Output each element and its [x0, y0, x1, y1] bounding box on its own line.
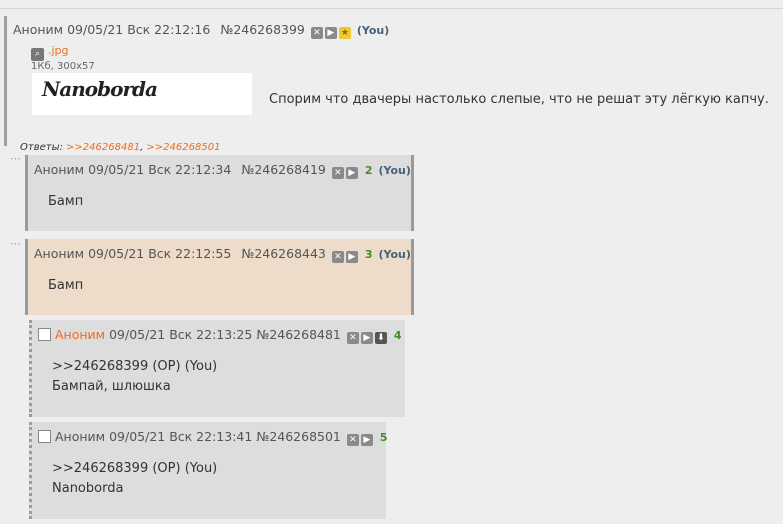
- post-count: 2: [364, 164, 373, 177]
- post-header: Аноним 09/05/21 Вск 22:13:25 №246268481 …: [38, 327, 402, 344]
- post-header: Аноним 09/05/21 Вск 22:12:34 №246268419 …: [34, 162, 411, 179]
- post-number[interactable]: №246268443: [241, 246, 326, 261]
- post-count: 4: [393, 329, 402, 342]
- you-badge: (You): [378, 248, 411, 261]
- post-text: Nanoborda: [52, 481, 124, 496]
- post-number[interactable]: №246268399: [220, 22, 305, 37]
- replies-line: Ответы: >>246268481, >>246268501: [20, 142, 221, 153]
- play-icon[interactable]: ▶: [324, 27, 337, 39]
- star-icon[interactable]: ★: [338, 27, 351, 39]
- thread-dots: ⋯: [10, 152, 22, 165]
- post-date: 09/05/21 Вск 22:13:41: [109, 429, 253, 444]
- post-text: Бамп: [48, 278, 84, 293]
- you-badge: (You): [356, 24, 390, 37]
- hide-icon[interactable]: ✕: [310, 27, 323, 39]
- captcha-thumbnail[interactable]: Nanoborda: [32, 73, 252, 115]
- post-count: 3: [364, 248, 373, 261]
- file-ext[interactable]: .jpg: [48, 44, 69, 57]
- reply-link[interactable]: >>246268481: [66, 142, 140, 153]
- reply-post: Аноним 09/05/21 Вск 22:13:25 №246268481 …: [29, 320, 405, 417]
- file-meta: 1Кб, 300x57: [31, 61, 95, 72]
- post-number[interactable]: №246268419: [241, 162, 326, 177]
- post-number[interactable]: №246268501: [256, 429, 341, 444]
- captcha-image-text: Nanoborda: [42, 77, 158, 101]
- post-date: 09/05/21 Вск 22:12:55: [88, 246, 232, 261]
- poster-name: Аноним: [34, 162, 85, 177]
- post-date: 09/05/21 Вск 22:13:25: [109, 327, 253, 342]
- op-post-text: Спорим что двачеры настолько слепые, что…: [269, 92, 769, 107]
- poster-name: Аноним: [55, 429, 106, 444]
- top-divider: [0, 8, 783, 9]
- post-quote-link[interactable]: >>246268399 (OP) (You): [52, 359, 217, 374]
- post-header: Аноним 09/05/21 Вск 22:13:41 №246268501 …: [38, 429, 388, 446]
- op-post: Аноним 09/05/21 Вск 22:12:16 №246268399 …: [4, 16, 783, 153]
- reply-post: Аноним 09/05/21 Вск 22:12:34 №246268419 …: [25, 155, 414, 231]
- play-icon[interactable]: ▶: [360, 434, 373, 446]
- replies-label: Ответы:: [20, 142, 63, 153]
- post-text: Бампай, шлюшка: [52, 379, 171, 394]
- play-icon[interactable]: ▶: [360, 332, 373, 344]
- post-header: Аноним 09/05/21 Вск 22:12:55 №246268443 …: [34, 246, 411, 263]
- search-icon[interactable]: ⌕: [31, 48, 44, 61]
- poster-name: Аноним: [34, 246, 85, 261]
- poster-name: Аноним: [13, 22, 64, 37]
- post-count: 5: [379, 431, 388, 444]
- poster-name: Аноним: [55, 327, 106, 342]
- post-date: 09/05/21 Вск 22:12:34: [88, 162, 232, 177]
- hide-icon[interactable]: ✕: [331, 251, 344, 263]
- post-quote-link[interactable]: >>246268399 (OP) (You): [52, 461, 217, 476]
- reply-link[interactable]: >>246268501: [146, 142, 220, 153]
- op-post-header: Аноним 09/05/21 Вск 22:12:16 №246268399 …: [13, 22, 389, 39]
- download-icon[interactable]: ⬇: [374, 332, 387, 344]
- play-icon[interactable]: ▶: [345, 251, 358, 263]
- post-text: Бамп: [48, 194, 84, 209]
- select-checkbox[interactable]: [38, 328, 51, 341]
- thread-dots: ⋯: [10, 237, 22, 250]
- play-icon[interactable]: ▶: [345, 167, 358, 179]
- you-badge: (You): [378, 164, 411, 177]
- hide-icon[interactable]: ✕: [331, 167, 344, 179]
- reply-post: Аноним 09/05/21 Вск 22:13:41 №246268501 …: [29, 422, 388, 519]
- hide-icon[interactable]: ✕: [346, 434, 359, 446]
- reply-post-highlighted: Аноним 09/05/21 Вск 22:12:55 №246268443 …: [25, 239, 414, 315]
- select-checkbox[interactable]: [38, 430, 51, 443]
- post-number[interactable]: №246268481: [256, 327, 341, 342]
- post-date: 09/05/21 Вск 22:12:16: [67, 22, 211, 37]
- file-link[interactable]: ⌕ .jpg: [31, 44, 69, 61]
- hide-icon[interactable]: ✕: [346, 332, 359, 344]
